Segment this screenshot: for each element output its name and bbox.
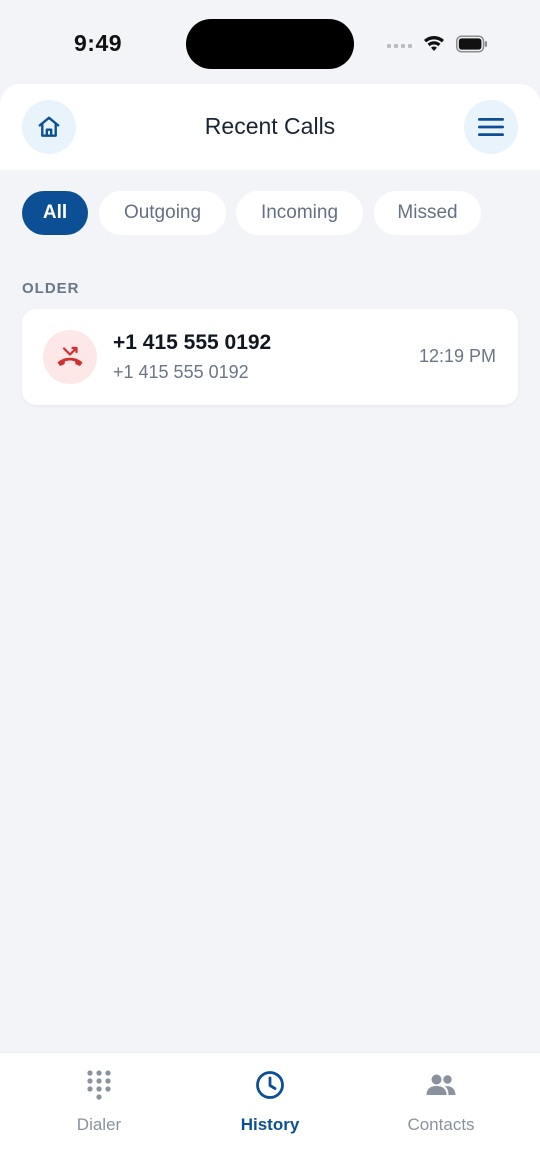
menu-icon <box>478 118 504 136</box>
nav-label-contacts: Contacts <box>407 1115 475 1134</box>
bottom-nav: Dialer History Contacts <box>0 1052 540 1175</box>
filter-chip-all[interactable]: All <box>22 191 88 235</box>
dynamic-island <box>186 19 354 69</box>
page-title: Recent Calls <box>204 113 336 139</box>
wifi-icon <box>424 36 444 51</box>
dialpad-icon <box>87 1070 111 1100</box>
missed-call-icon <box>57 346 83 366</box>
section-header-older: OLDER <box>22 280 80 297</box>
call-time: 12:19 PM <box>418 346 496 366</box>
clock-icon <box>256 1071 284 1099</box>
menu-button[interactable] <box>464 100 518 154</box>
people-icon <box>426 1074 456 1095</box>
signal-icon <box>387 40 413 48</box>
filter-chip-outgoing[interactable]: Outgoing <box>99 191 226 235</box>
call-type-badge <box>43 330 97 384</box>
nav-item-contacts[interactable]: Contacts <box>351 1053 531 1153</box>
call-number: +1 415 555 0192 <box>113 362 249 382</box>
status-time: 9:49 <box>74 30 123 56</box>
filter-chip-missed[interactable]: Missed <box>374 191 481 235</box>
nav-item-history[interactable]: History <box>180 1053 360 1153</box>
app-header: Recent Calls <box>0 84 540 170</box>
nav-item-dialer[interactable]: Dialer <box>9 1053 189 1153</box>
nav-label-history: History <box>240 1115 300 1134</box>
filter-chip-incoming[interactable]: Incoming <box>236 191 363 235</box>
battery-icon <box>456 35 488 53</box>
call-list-item[interactable]: +1 415 555 0192 +1 415 555 0192 12:19 PM <box>22 309 518 405</box>
status-bar: 9:49 <box>0 0 540 84</box>
nav-label-dialer: Dialer <box>76 1115 122 1134</box>
call-name: +1 415 555 0192 <box>113 331 272 354</box>
